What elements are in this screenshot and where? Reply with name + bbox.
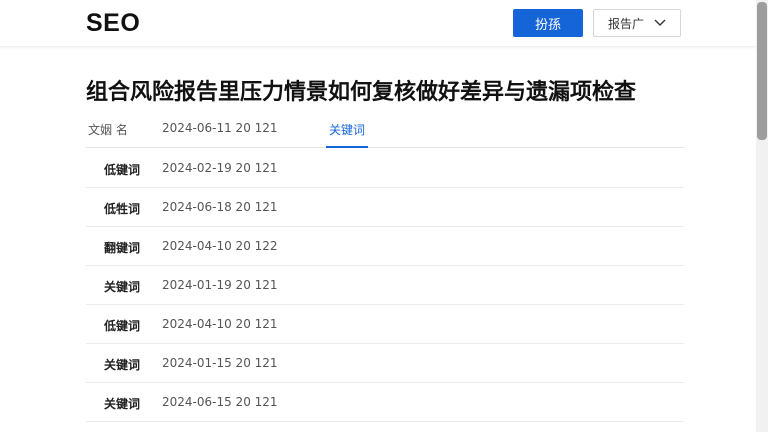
list-item[interactable]: 低键词 2024-04-10 20 121 — [86, 305, 684, 344]
date-label: 2024-02-19 20 121 — [162, 161, 278, 175]
top-header: SEO 扮孫 报告广 — [0, 0, 756, 46]
report-dropdown-label: 报告广 — [607, 16, 644, 31]
page-title: 组合风险报告里压力情景如何复核做好差异与遗漏项检查 — [86, 80, 637, 105]
keyword-label: 低牲词 — [104, 202, 141, 216]
tab-keywords[interactable]: 关键词 — [326, 116, 368, 148]
keyword-list: 低键词 2024-02-19 20 121 低牲词 2024-06-18 20 … — [86, 149, 684, 422]
keyword-label: 低键词 — [104, 163, 141, 177]
list-item[interactable]: 关键词 2024-01-19 20 121 — [86, 266, 684, 305]
keyword-label: 关键词 — [104, 397, 141, 411]
date-label: 2024-01-19 20 121 — [162, 278, 278, 292]
site-logo[interactable]: SEO — [86, 9, 140, 38]
primary-action-button[interactable]: 扮孫 — [513, 9, 583, 37]
date-label: 2024-06-18 20 121 — [162, 200, 278, 214]
date-label: 2024-06-15 20 121 — [162, 395, 278, 409]
report-dropdown[interactable]: 报告广 — [593, 9, 681, 37]
list-item[interactable]: 低键词 2024-02-19 20 121 — [86, 149, 684, 188]
tab-bar: 文姻 名 2024-06-11 20 121 关键词 — [86, 116, 684, 148]
date-label: 2024-01-15 20 121 — [162, 356, 278, 370]
tab-keywords-label: 关键词 — [328, 123, 365, 137]
date-label: 2024-04-10 20 122 — [162, 239, 278, 253]
column-header-name: 文姻 名 — [88, 123, 128, 137]
date-label: 2024-04-10 20 121 — [162, 317, 278, 331]
keyword-label: 关键词 — [104, 358, 141, 372]
scrollbar-thumb[interactable] — [757, 2, 767, 140]
list-item[interactable]: 关键词 2024-06-15 20 121 — [86, 383, 684, 422]
chevron-down-icon — [654, 19, 666, 26]
keyword-label: 翻键词 — [104, 241, 141, 255]
list-item[interactable]: 关键词 2024-01-15 20 121 — [86, 344, 684, 383]
keyword-label: 关键词 — [104, 280, 141, 294]
keyword-label: 低键词 — [104, 319, 141, 333]
column-header-date: 2024-06-11 20 121 — [162, 121, 278, 135]
vertical-scrollbar[interactable] — [756, 0, 768, 432]
list-item[interactable]: 低牲词 2024-06-18 20 121 — [86, 188, 684, 227]
list-item[interactable]: 翻键词 2024-04-10 20 122 — [86, 227, 684, 266]
